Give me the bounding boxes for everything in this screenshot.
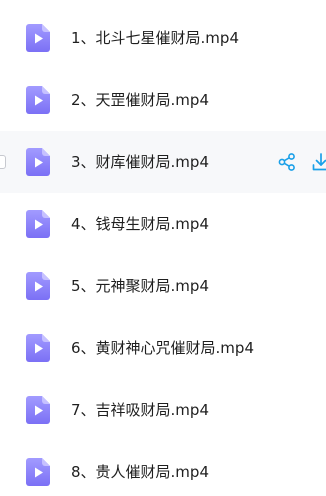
file-name[interactable]: 6、黄财神心咒催财局.mp4 [71, 338, 254, 358]
file-row[interactable]: 2、天罡催财局.mp4 [0, 69, 326, 131]
file-name[interactable]: 4、钱母生财局.mp4 [71, 214, 209, 234]
video-file-icon [26, 396, 50, 424]
file-row[interactable]: 5、元神聚财局.mp4 [0, 255, 326, 317]
share-icon[interactable] [277, 152, 297, 172]
file-name[interactable]: 1、北斗七星催财局.mp4 [71, 28, 239, 48]
file-list: 1、北斗七星催财局.mp4 2、天罡催财局.mp4 3、财库催财局.mp4 4、… [0, 0, 326, 496]
file-row[interactable]: 1、北斗七星催财局.mp4 [0, 7, 326, 69]
file-name[interactable]: 7、吉祥吸财局.mp4 [71, 400, 209, 420]
file-row[interactable]: 7、吉祥吸财局.mp4 [0, 379, 326, 441]
file-name[interactable]: 5、元神聚财局.mp4 [71, 276, 209, 296]
video-file-icon [26, 458, 50, 486]
file-name[interactable]: 3、财库催财局.mp4 [71, 152, 209, 172]
row-actions [277, 152, 326, 172]
video-file-icon [26, 148, 50, 176]
file-row-hovered[interactable]: 3、财库催财局.mp4 [0, 131, 326, 193]
download-icon[interactable] [311, 152, 326, 172]
file-row[interactable]: 4、钱母生财局.mp4 [0, 193, 326, 255]
video-file-icon [26, 334, 50, 362]
file-row[interactable]: 8、贵人催财局.mp4 [0, 441, 326, 496]
file-row[interactable]: 6、黄财神心咒催财局.mp4 [0, 317, 326, 379]
file-name[interactable]: 2、天罡催财局.mp4 [71, 90, 209, 110]
video-file-icon [26, 86, 50, 114]
video-file-icon [26, 24, 50, 52]
video-file-icon [26, 272, 50, 300]
file-name[interactable]: 8、贵人催财局.mp4 [71, 462, 209, 482]
video-file-icon [26, 210, 50, 238]
row-checkbox[interactable] [0, 155, 6, 169]
